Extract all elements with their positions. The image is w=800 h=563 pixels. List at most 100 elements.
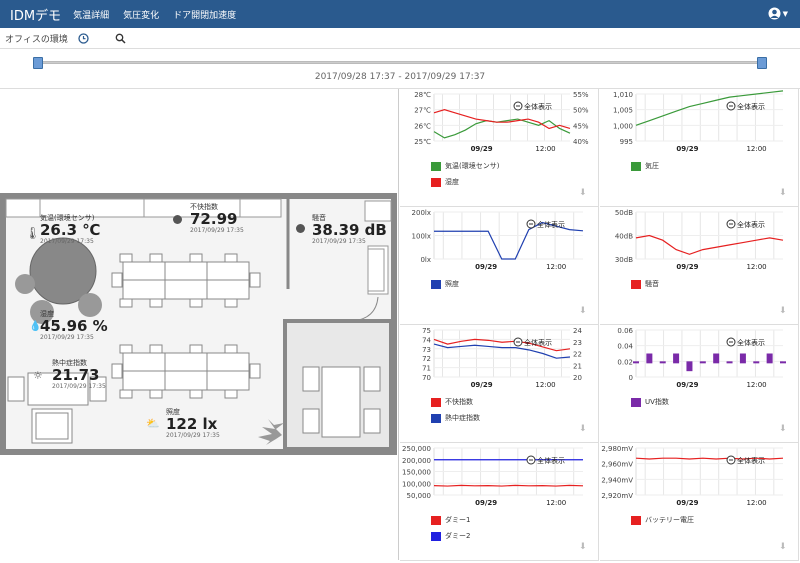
user-menu[interactable]: ▼: [768, 7, 788, 20]
bar-mark: [713, 353, 720, 364]
reset-zoom-label[interactable]: 全体表示: [537, 220, 565, 229]
user-icon: [768, 7, 781, 20]
legend-label: 気圧: [645, 162, 659, 170]
download-icon[interactable]: ⬇: [779, 424, 790, 435]
time-range-slider[interactable]: [33, 57, 767, 69]
reset-zoom-label[interactable]: 全体表示: [737, 102, 765, 111]
legend-swatch: [431, 279, 441, 289]
reading-time: 2017/09/29 17:35: [190, 227, 244, 234]
series-line: [433, 484, 584, 487]
download-icon[interactable]: ⬇: [579, 188, 590, 199]
x-tick-label: 09/29: [475, 499, 497, 507]
reading-temperature[interactable]: 気温(環境センサ) 26.3 ℃ 2017/09/29 17:35: [40, 213, 100, 245]
reset-zoom-label[interactable]: 全体表示: [737, 220, 765, 229]
chart-panel-illuminance: 200lx 100lx 0lx 09/29 12:00 全体表示照度 ⬇: [400, 207, 599, 325]
legend-item[interactable]: バッテリー電圧: [631, 515, 694, 525]
nav-temp-detail[interactable]: 気温詳細: [73, 8, 109, 21]
nav-door-accel[interactable]: ドア開閉加速度: [173, 8, 236, 21]
bar-mark: [686, 361, 693, 372]
reading-discomfort[interactable]: 不快指数 72.99 2017/09/29 17:35: [190, 202, 244, 234]
chart-panel-discomfort-heatstroke: 75 74 73 72 71 70 24 23 22 21 20 09/29 12:00 全体表示 不快指数…: [400, 325, 599, 443]
legend-label: 気温(環境センサ): [445, 162, 500, 170]
reading-time: 2017/09/29 17:35: [40, 334, 94, 341]
chart-panel-pressure: 1,010 1,005 1,000 995 09/29 12:00 全体表示 気圧 ⬇: [600, 89, 799, 207]
chart-panel-dummy: 250,000 200,000 150,000 100,000 50,000 09/29 1…: [400, 443, 599, 561]
reset-zoom-label[interactable]: 全体表示: [737, 338, 765, 347]
y2-tick-label: 40%: [573, 138, 589, 146]
sensor-dot-discomfort: [173, 215, 182, 224]
chart: 28℃ 27℃ 26℃ 25℃ 55% 50% 45% 40% 09/29 12:00 全体表示: [414, 91, 589, 153]
reset-zoom-label[interactable]: 全体表示: [537, 456, 565, 465]
x-tick-label: 09/29: [475, 263, 497, 271]
chart: 200lx 100lx 0lx 09/29 12:00 全体表示: [412, 209, 584, 271]
bar-mark: [780, 361, 786, 364]
y2-tick-label: 24: [573, 327, 582, 335]
reading-illuminance[interactable]: 照度 122 lx 2017/09/29 17:35: [166, 407, 220, 439]
legend-swatch: [631, 279, 641, 289]
series-line: [635, 234, 784, 255]
legend-item[interactable]: 湿度: [431, 177, 459, 187]
download-icon[interactable]: ⬇: [579, 542, 590, 553]
x-tick-label: 09/29: [676, 145, 698, 153]
download-icon[interactable]: ⬇: [579, 424, 590, 435]
y2-tick-label: 20: [573, 374, 582, 382]
legend-item[interactable]: ダミー2: [431, 531, 470, 541]
y-tick-label: 200,000: [402, 457, 431, 465]
slider-handle-start[interactable]: [33, 57, 43, 69]
reset-zoom-label[interactable]: 全体表示: [524, 102, 552, 111]
legend-item[interactable]: 気温(環境センサ): [431, 161, 499, 171]
nav-pressure-change[interactable]: 気圧変化: [123, 8, 159, 21]
y-tick-label: 75: [422, 327, 431, 335]
legend-item[interactable]: 熱中症指数: [431, 413, 480, 423]
search-icon[interactable]: [115, 33, 126, 44]
chart-panel-temp-humidity: 28℃ 27℃ 26℃ 25℃ 55% 50% 45% 40% 09/29 12:00 全体表示 気温…: [400, 89, 599, 207]
legend-item[interactable]: ダミー1: [431, 515, 470, 525]
chart: 2,980mV 2,960mV 2,940mV 2,920mV 09/29 12:00 全体…: [601, 445, 784, 507]
download-icon[interactable]: ⬇: [779, 188, 790, 199]
legend-swatch: [431, 161, 441, 171]
y-tick-label: 1,005: [613, 107, 633, 115]
reading-value: 45.96 %: [40, 317, 108, 335]
clock-icon[interactable]: [78, 32, 89, 44]
legend-label: 不快指数: [445, 398, 473, 406]
legend-item[interactable]: 気圧: [631, 161, 659, 171]
bar-mark: [633, 361, 639, 364]
y-tick-label: 50,000: [407, 492, 432, 500]
chart: 250,000 200,000 150,000 100,000 50,000 09/29 1…: [402, 445, 584, 507]
chart: 50dB 40dB 30dB 09/29 12:00 全体表示: [615, 209, 784, 271]
y-tick-label: 28℃: [414, 91, 431, 99]
y-tick-label: 40dB: [615, 233, 633, 241]
legend-item[interactable]: 不快指数: [431, 397, 473, 407]
legend-item[interactable]: UV指数: [631, 397, 669, 407]
reset-zoom-label[interactable]: 全体表示: [524, 338, 552, 347]
legend-swatch: [631, 161, 641, 171]
reading-time: 2017/09/29 17:35: [40, 238, 94, 245]
x-tick-label: 09/29: [471, 381, 493, 389]
download-icon[interactable]: ⬇: [779, 542, 790, 553]
x-tick-label: 12:00: [746, 381, 766, 389]
reading-value: 26.3 ℃: [40, 221, 101, 239]
reading-value: 38.39 dB: [312, 221, 387, 239]
y-tick-label: 0.06: [617, 327, 633, 335]
reading-noise[interactable]: 騒音 38.39 dB 2017/09/29 17:35: [312, 213, 387, 245]
slider-handle-end[interactable]: [757, 57, 767, 69]
legend-swatch: [631, 397, 641, 407]
y-tick-label: 27℃: [414, 107, 431, 115]
brand[interactable]: IDMデモ: [10, 5, 61, 24]
x-tick-label: 09/29: [676, 381, 698, 389]
y-tick-label: 100lx: [412, 233, 431, 241]
legend-item[interactable]: 騒音: [631, 279, 659, 289]
legend-item[interactable]: 照度: [431, 279, 459, 289]
y-tick-label: 250,000: [402, 445, 431, 453]
download-icon[interactable]: ⬇: [779, 306, 790, 317]
y-tick-label: 0.02: [617, 358, 633, 366]
legend-swatch: [631, 515, 641, 525]
y-tick-label: 2,940mV: [601, 476, 633, 484]
y-tick-label: 26℃: [414, 122, 431, 130]
y-tick-label: 1,010: [613, 91, 633, 99]
reading-heatstroke[interactable]: 熱中症指数 21.73 2017/09/29 17:35: [52, 358, 106, 390]
download-icon[interactable]: ⬇: [579, 306, 590, 317]
chart-panel-noise: 50dB 40dB 30dB 09/29 12:00 全体表示騒音 ⬇: [600, 207, 799, 325]
reading-humidity[interactable]: 湿度 45.96 % 2017/09/29 17:35: [40, 309, 108, 341]
reset-zoom-label[interactable]: 全体表示: [737, 456, 765, 465]
